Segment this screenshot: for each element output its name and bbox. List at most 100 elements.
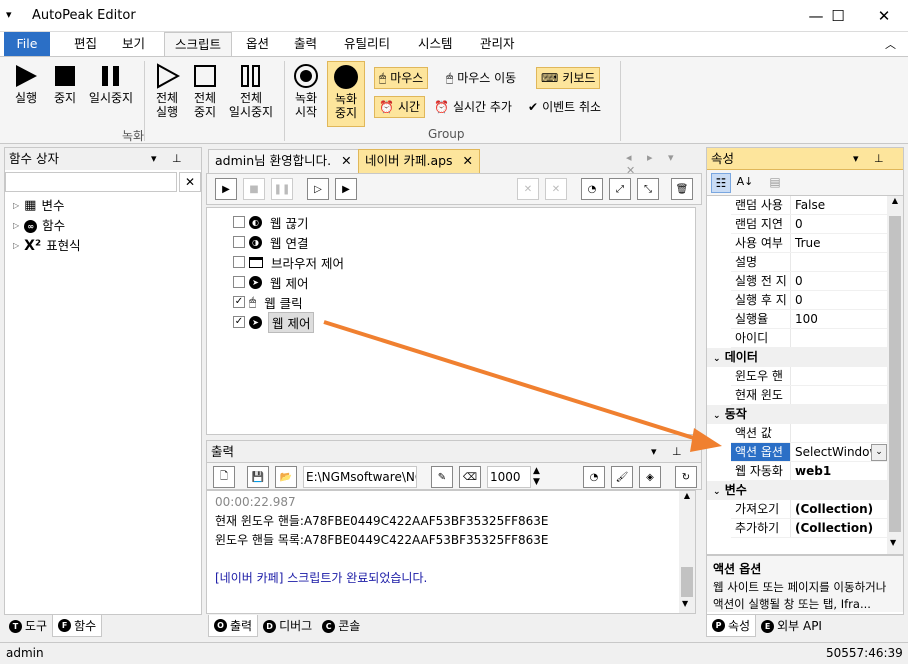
script-node[interactable]: ◑ 웹 연결 (233, 232, 695, 252)
save-icon[interactable]: 💾 (247, 466, 269, 488)
delete-icon[interactable]: 🗑 (671, 178, 693, 200)
magic-wand-icon[interactable]: ✎ (431, 466, 453, 488)
property-row[interactable]: 랜덤 사용 False (731, 196, 887, 215)
tab-functions[interactable]: F 함수 (52, 615, 103, 637)
chevron-up-icon[interactable]: ︿ (885, 36, 896, 52)
category-variable[interactable]: ⌄ 변수 (707, 481, 887, 500)
clock-icon[interactable]: ◔ (583, 466, 605, 488)
vertical-scrollbar[interactable]: ▲ ▼ (679, 491, 695, 613)
category-action[interactable]: ⌄ 동작 (707, 405, 887, 424)
disabled-x-icon[interactable]: ✕ (545, 178, 567, 200)
tab-output-log[interactable]: O 출력 (208, 615, 259, 637)
property-row[interactable]: 실행율 100 (731, 310, 887, 329)
close-icon[interactable]: ✕ (463, 153, 473, 168)
property-row[interactable]: 윈도우 핸 (731, 367, 887, 386)
property-row[interactable]: 아이디 (731, 329, 887, 348)
categorized-icon[interactable]: ☷ (711, 173, 731, 193)
tab-properties[interactable]: P 속성 (706, 615, 757, 637)
category-data[interactable]: ⌄ 데이터 (707, 348, 887, 367)
tab-tools[interactable]: T 도구 (4, 615, 52, 637)
run-all-button[interactable]: 전체 실행 (150, 61, 184, 119)
tree-item-function[interactable]: ▷ ∞ 함수 (13, 216, 201, 236)
tab-options[interactable]: 옵션 (236, 32, 279, 56)
tab-edit[interactable]: 편집 (64, 32, 107, 56)
property-row[interactable]: 가져오기 (Collection) (731, 500, 887, 519)
realtime-add-button[interactable]: ⏰ 실시간 추가 (430, 96, 516, 118)
new-log-icon[interactable]: 🗋 (213, 466, 235, 488)
brush-icon[interactable]: 🖌 (611, 466, 633, 488)
property-row[interactable]: 실행 후 지0 (731, 291, 887, 310)
tab-view[interactable]: 보기 (112, 32, 155, 56)
tab-console[interactable]: C 콘솔 (317, 615, 365, 637)
node-checkbox[interactable] (233, 236, 245, 248)
node-checkbox-checked[interactable]: ✓ (233, 316, 245, 328)
tab-admin[interactable]: 관리자 (470, 32, 525, 56)
tab-debug[interactable]: D 디버그 (258, 615, 317, 637)
stop-all-button[interactable]: 전체 중지 (188, 61, 222, 119)
script-node[interactable]: ✓ 🖱 웹 클릭 (233, 292, 695, 312)
sort-alpha-icon[interactable]: A↓ (735, 173, 755, 193)
refresh-icon[interactable]: ↻ (675, 466, 697, 488)
maximize-button[interactable]: ☐ (818, 4, 858, 28)
record-start-button[interactable]: 녹화 시작 (288, 61, 324, 119)
doc-tab-script[interactable]: 네이버 카페.aps ✕ (358, 149, 481, 173)
node-checkbox-checked[interactable]: ✓ (233, 296, 245, 308)
property-row-selected[interactable]: 액션 옵션 SelectWindow ⌄ (731, 443, 887, 462)
scroll-up-icon[interactable]: ▲ (887, 196, 903, 205)
property-row[interactable]: 웹 자동화 web1 (731, 462, 887, 481)
dropdown-arrow-icon[interactable]: ⌄ (871, 444, 887, 461)
vertical-scrollbar[interactable]: ▲ ▼ (887, 196, 903, 554)
keyboard-button[interactable]: ⌨ 키보드 (536, 67, 601, 89)
run-black-icon[interactable]: ▶ (335, 178, 357, 200)
event-cancel-button[interactable]: ✔ 이벤트 취소 (524, 96, 605, 118)
disabled-x-icon[interactable]: ✕ (517, 178, 539, 200)
property-row[interactable]: 액션 값 (731, 424, 887, 443)
eraser-icon[interactable]: ⌫ (459, 466, 481, 488)
scroll-down-icon[interactable]: ▼ (890, 538, 896, 547)
tab-file[interactable]: File (4, 32, 50, 56)
node-checkbox[interactable] (233, 276, 245, 288)
tab-script[interactable]: 스크립트 (164, 32, 233, 57)
system-menu-icon[interactable]: ▾ (6, 8, 12, 21)
tab-system[interactable]: 시스템 (408, 32, 463, 56)
collapse-icon[interactable]: ⤡ (637, 178, 659, 200)
play-icon[interactable]: ▶ (215, 178, 237, 200)
search-input[interactable] (5, 172, 177, 192)
mouse-button[interactable]: 🖱 마우스 (374, 67, 429, 89)
stop-icon[interactable]: ■ (243, 178, 265, 200)
clear-search-button[interactable]: ✕ (179, 172, 201, 192)
close-icon[interactable]: ✕ (341, 153, 351, 168)
property-row[interactable]: 랜덤 지연 0 (731, 215, 887, 234)
tab-output[interactable]: 출력 (284, 32, 327, 56)
pause-all-button[interactable]: 전체 일시중지 (226, 61, 276, 119)
folder-icon[interactable]: 📂 (275, 466, 297, 488)
node-checkbox[interactable] (233, 216, 245, 228)
expand-icon[interactable]: ⤢ (609, 178, 631, 200)
scroll-up-icon[interactable]: ▲ (679, 491, 695, 500)
script-editor[interactable]: ◐ 웹 끊기 ◑ 웹 연결 브라우저 제어 ➤ 웹 제어 ✓ 🖱 웹 클릭 ✓ … (206, 207, 696, 435)
output-log[interactable]: 00:00:22.987 현재 윈도우 핸들:A78FBE0449C422AAF… (206, 490, 696, 614)
stop-button[interactable]: 중지 (46, 61, 84, 105)
property-row[interactable]: 추가하기 (Collection) (731, 519, 887, 538)
line-limit-input[interactable] (487, 466, 531, 488)
property-row[interactable]: 사용 여부 True (731, 234, 887, 253)
property-row[interactable]: 실행 전 지0 (731, 272, 887, 291)
log-path-input[interactable] (303, 466, 417, 488)
timer-icon[interactable]: ◔ (581, 178, 603, 200)
stepper-icon[interactable]: ▲ ▼ (533, 466, 540, 488)
property-row[interactable]: 현재 윈도 (731, 386, 887, 405)
mouse-move-button[interactable]: 🖱 마우스 이동 (442, 67, 520, 89)
tab-external-api[interactable]: E 외부 API (756, 615, 827, 637)
scroll-thumb[interactable] (889, 216, 901, 532)
script-node[interactable]: 브라우저 제어 (233, 252, 695, 272)
close-button[interactable]: ✕ (864, 4, 904, 28)
pause-icon[interactable]: ❚❚ (271, 178, 293, 200)
script-node[interactable]: ➤ 웹 제어 (233, 272, 695, 292)
property-pages-icon[interactable]: ▤ (765, 173, 785, 193)
scroll-down-icon[interactable]: ▼ (682, 599, 688, 608)
run-button[interactable]: 실행 (6, 61, 46, 105)
property-row[interactable]: 설명 (731, 253, 887, 272)
pause-button[interactable]: 일시중지 (86, 61, 136, 105)
scroll-thumb[interactable] (681, 567, 693, 597)
record-stop-button[interactable]: 녹화 중지 (327, 61, 365, 127)
